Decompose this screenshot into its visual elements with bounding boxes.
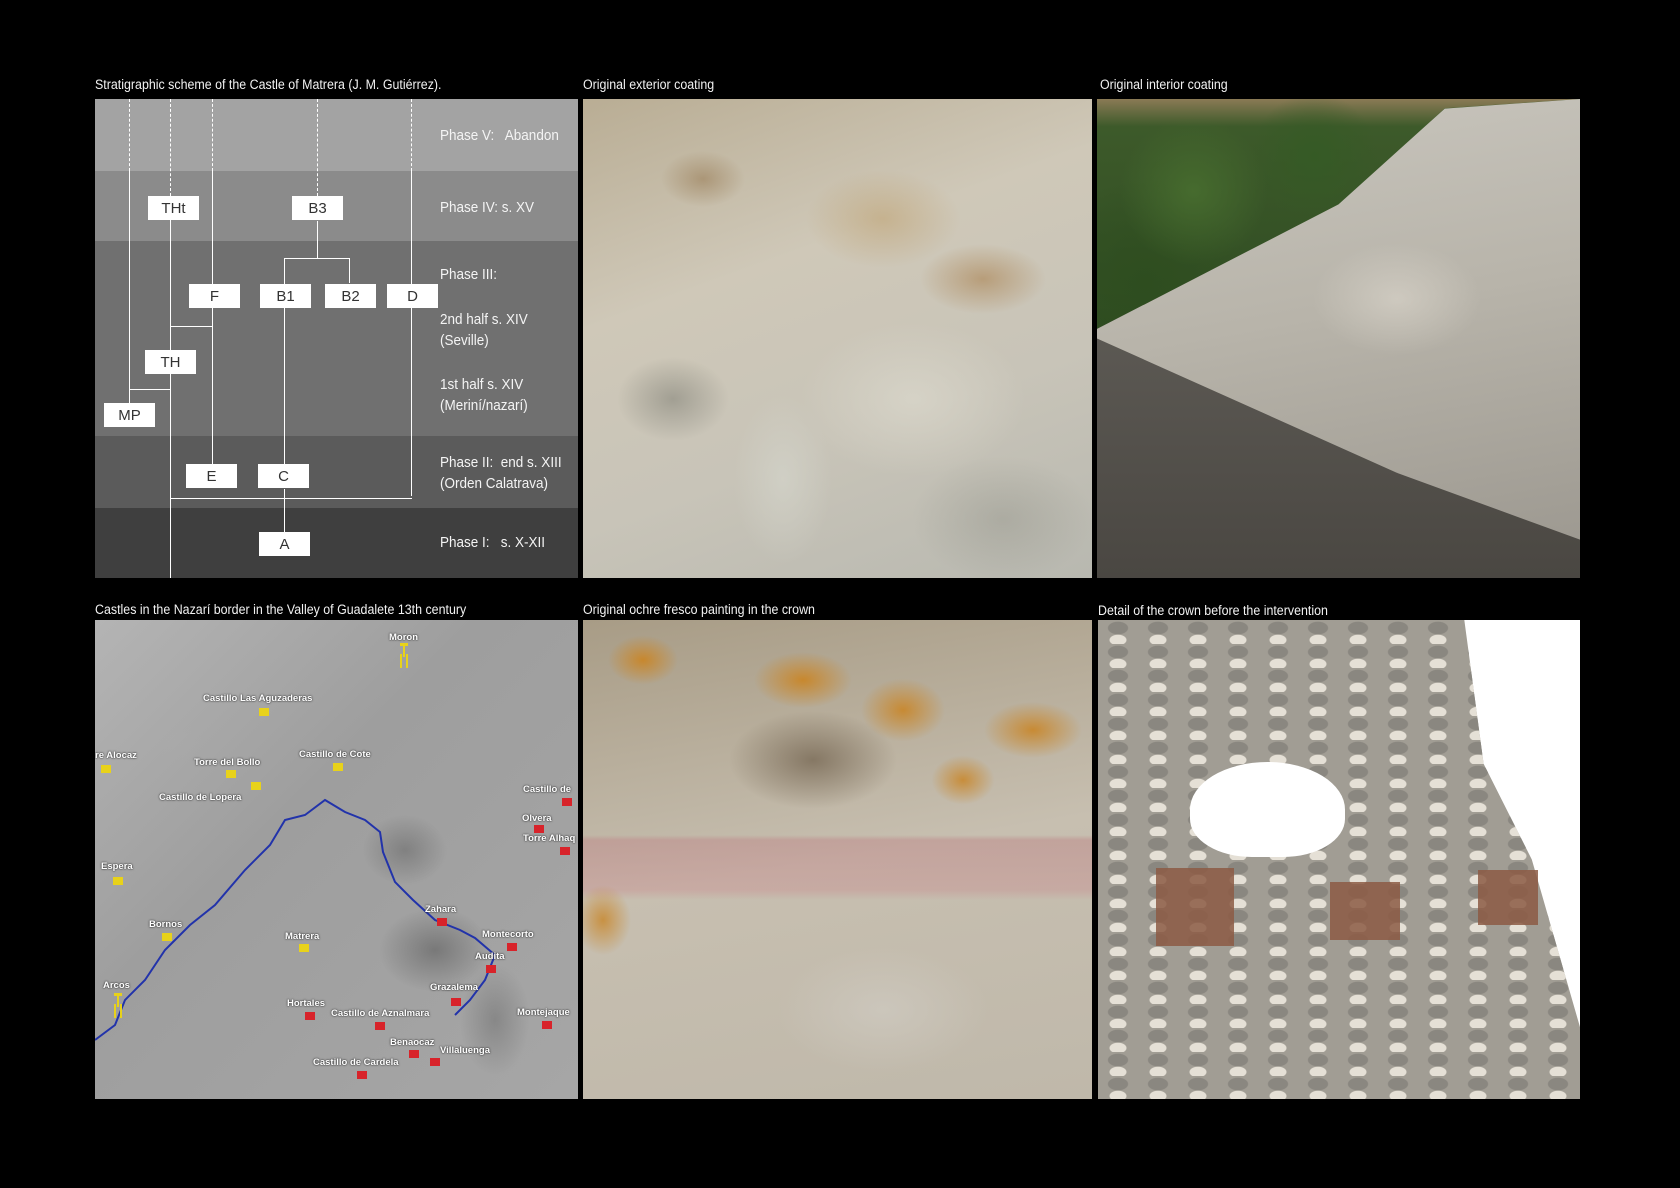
place-aguzaderas: Castillo Las Aguzaderas bbox=[203, 693, 313, 704]
dash-line-d bbox=[411, 99, 412, 171]
brick-patch-3 bbox=[1478, 870, 1538, 925]
crown-detail-photo bbox=[1098, 620, 1580, 1099]
line-f-e bbox=[212, 171, 213, 467]
castles-map: Moron Castillo Las Aguzaderas re Alocaz … bbox=[95, 620, 578, 1099]
dash-line-mp bbox=[129, 99, 130, 171]
marker-castillo-de[interactable] bbox=[562, 798, 572, 806]
place-audita: Audita bbox=[475, 951, 505, 962]
place-cardela: Castillo de Cardela bbox=[313, 1057, 399, 1068]
line-th bbox=[170, 196, 171, 578]
unit-tht: THt bbox=[148, 196, 199, 220]
marker-cardela[interactable] bbox=[357, 1071, 367, 1079]
phase-4-label: Phase IV: s. XV bbox=[440, 199, 535, 216]
marker-audita[interactable] bbox=[486, 965, 496, 973]
exterior-caption: Original exterior coating bbox=[583, 77, 715, 92]
marker-espera[interactable] bbox=[113, 877, 123, 885]
marker-torre-alhaq[interactable] bbox=[560, 847, 570, 855]
marker-benaocaz[interactable] bbox=[409, 1050, 419, 1058]
place-arcos: Arcos bbox=[103, 980, 130, 991]
phase-5-label: Phase V: Abandon bbox=[440, 127, 559, 144]
place-hortales: Hortales bbox=[287, 998, 326, 1009]
phase-3b-label: 2nd half s. XIV (Seville) bbox=[440, 311, 528, 349]
place-olvera: Olvera bbox=[522, 813, 552, 824]
marker-grazalema[interactable] bbox=[451, 998, 461, 1006]
unit-c: C bbox=[258, 464, 309, 488]
marker-hortales[interactable] bbox=[305, 1012, 315, 1020]
marker-matrera[interactable] bbox=[299, 944, 309, 952]
unit-th: TH bbox=[145, 350, 196, 374]
place-villaluenga: Villaluenga bbox=[440, 1045, 490, 1056]
hline-mp-th bbox=[129, 389, 170, 390]
marker-bornos[interactable] bbox=[162, 933, 172, 941]
marker-bollo[interactable] bbox=[226, 770, 236, 778]
hline-th-f bbox=[170, 326, 212, 327]
phase-3a-label: 1st half s. XIV (Meriní/nazarí) bbox=[440, 376, 528, 414]
marker-lopera[interactable] bbox=[251, 782, 261, 790]
marker-aznalmara[interactable] bbox=[375, 1022, 385, 1030]
dash-line-f bbox=[212, 99, 213, 171]
stratigraphic-scheme: THt B3 F B1 B2 D TH MP E C A Phase V: Ab… bbox=[95, 99, 578, 578]
crown-caption: Detail of the crown before the intervent… bbox=[1098, 603, 1328, 618]
line-c-a bbox=[284, 489, 285, 534]
exterior-coating-photo bbox=[583, 99, 1092, 578]
unit-a: A bbox=[259, 532, 310, 556]
brick-patch-1 bbox=[1156, 868, 1234, 946]
marker-moron[interactable] bbox=[400, 643, 408, 657]
place-grazalema: Grazalema bbox=[430, 982, 479, 993]
place-zahara: Zahara bbox=[425, 904, 457, 915]
line-d bbox=[411, 171, 412, 496]
marker-montejaque[interactable] bbox=[542, 1021, 552, 1029]
ochre-fresco-photo bbox=[583, 620, 1092, 1099]
unit-f: F bbox=[189, 284, 240, 308]
hline-base bbox=[170, 498, 412, 499]
place-lopera: Castillo de Lopera bbox=[159, 792, 242, 803]
marker-cote[interactable] bbox=[333, 763, 343, 771]
unit-b2: B2 bbox=[325, 284, 376, 308]
unit-b1: B1 bbox=[260, 284, 311, 308]
unit-e: E bbox=[186, 464, 237, 488]
unit-mp: MP bbox=[104, 403, 155, 427]
marker-montecorto[interactable] bbox=[507, 943, 517, 951]
wall-opening bbox=[1190, 762, 1345, 857]
place-torre-alhaq: Torre Alhaq bbox=[523, 833, 576, 844]
scheme-caption: Stratigraphic scheme of the Castle of Ma… bbox=[95, 77, 442, 92]
place-espera: Espera bbox=[101, 861, 133, 872]
place-montejaque: Montejaque bbox=[517, 1007, 570, 1018]
place-aznalmara: Castillo de Aznalmara bbox=[331, 1008, 430, 1019]
place-cote: Castillo de Cote bbox=[299, 749, 371, 760]
hline-b1-b2 bbox=[284, 258, 349, 259]
unit-b3: B3 bbox=[292, 196, 343, 220]
dash-line-b3 bbox=[317, 99, 318, 196]
marker-villaluenga[interactable] bbox=[430, 1058, 440, 1066]
place-montecorto: Montecorto bbox=[482, 929, 534, 940]
ochre-caption: Original ochre fresco painting in the cr… bbox=[583, 602, 815, 617]
map-river-layer bbox=[95, 798, 497, 1041]
place-alocaz: re Alocaz bbox=[95, 750, 137, 761]
marker-aguzaderas[interactable] bbox=[259, 708, 269, 716]
line-b3-down bbox=[317, 221, 318, 258]
marker-arcos[interactable] bbox=[114, 993, 122, 1007]
place-castillo-de: Castillo de bbox=[523, 784, 572, 795]
place-bornos: Bornos bbox=[149, 919, 183, 930]
line-mp bbox=[129, 171, 130, 413]
brick-patch-2 bbox=[1330, 882, 1400, 940]
place-matrera: Matrera bbox=[285, 931, 320, 942]
marker-alocaz[interactable] bbox=[101, 765, 111, 773]
phase-3-label: Phase III: bbox=[440, 266, 498, 283]
place-moron: Moron bbox=[389, 632, 419, 643]
map-caption: Castles in the Nazarí border in the Vall… bbox=[95, 602, 467, 617]
place-benaocaz: Benaocaz bbox=[390, 1037, 435, 1048]
dash-line-th bbox=[170, 99, 171, 196]
masonry-wall bbox=[1098, 620, 1580, 1099]
interior-coating-photo bbox=[1097, 99, 1580, 578]
line-b2 bbox=[349, 258, 350, 283]
marker-zahara[interactable] bbox=[437, 918, 447, 926]
interior-caption: Original interior coating bbox=[1100, 77, 1228, 92]
unit-d: D bbox=[387, 284, 438, 308]
phase-1-label: Phase I: s. X-XII bbox=[440, 534, 546, 551]
marker-olvera[interactable] bbox=[534, 825, 544, 833]
phase-2-label: Phase II: end s. XIII (Orden Calatrava) bbox=[440, 454, 562, 492]
place-bollo: Torre del Bollo bbox=[194, 757, 261, 768]
